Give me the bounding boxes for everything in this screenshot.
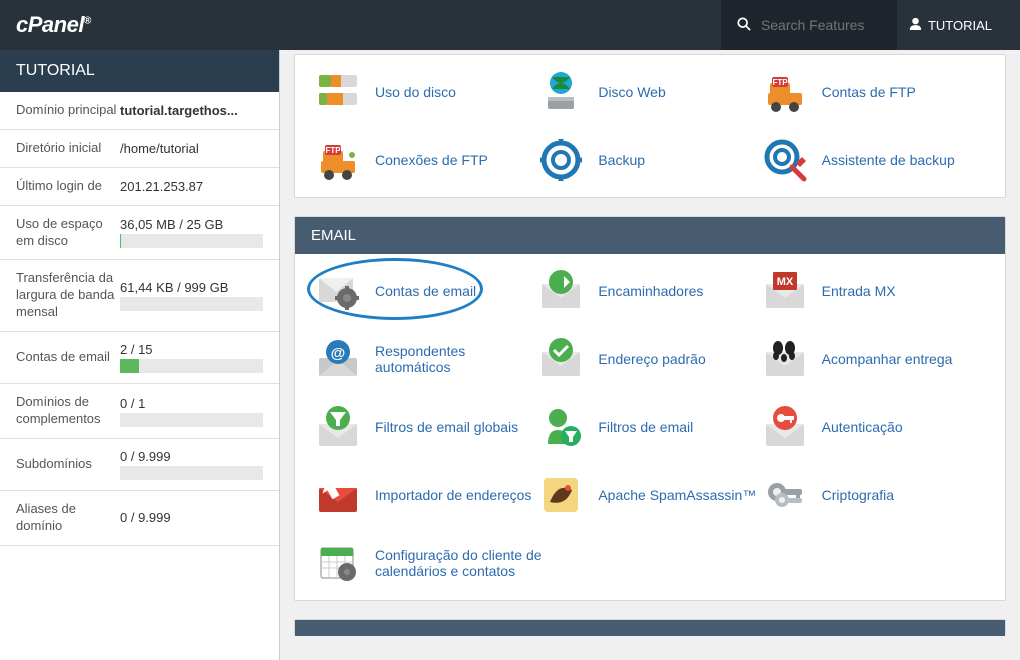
item-email-accounts[interactable]: Contas de email bbox=[315, 268, 538, 314]
mx-entry-icon: MX bbox=[762, 268, 808, 314]
stat-addon-bar bbox=[120, 413, 263, 427]
svg-text:FTP: FTP bbox=[772, 78, 788, 87]
svg-text:MX: MX bbox=[776, 276, 793, 288]
user-label: TUTORIAL bbox=[928, 18, 992, 33]
search-input[interactable] bbox=[761, 17, 881, 33]
item-email-filters[interactable]: Filtros de email bbox=[538, 404, 761, 450]
stat-bandwidth: Transferência da largura de banda mensal… bbox=[0, 260, 279, 332]
stat-primary-domain: Domínio principal tutorial.targethos... bbox=[0, 92, 279, 130]
email-accounts-icon bbox=[315, 268, 361, 314]
address-importer-icon bbox=[315, 472, 361, 518]
stat-addon-domains: Domínios de complementos 0 / 1 bbox=[0, 384, 279, 439]
user-icon bbox=[909, 17, 922, 33]
backup-icon bbox=[538, 137, 584, 183]
track-delivery-icon bbox=[762, 336, 808, 382]
disk-usage-icon bbox=[315, 69, 361, 115]
item-address-importer[interactable]: Importador de endereços bbox=[315, 472, 538, 518]
calendar-config-icon bbox=[315, 540, 361, 586]
search-box[interactable] bbox=[721, 0, 897, 50]
global-filters-icon bbox=[315, 404, 361, 450]
stat-subdomains: Subdomínios 0 / 9.999 bbox=[0, 439, 279, 491]
next-section-peek bbox=[294, 619, 1006, 635]
user-menu[interactable]: TUTORIAL bbox=[897, 0, 1004, 50]
item-backup[interactable]: Backup bbox=[538, 137, 761, 183]
svg-text:FTP: FTP bbox=[325, 146, 341, 155]
item-track-delivery[interactable]: Acompanhar entrega bbox=[762, 336, 985, 382]
email-section-header[interactable]: EMAIL bbox=[295, 217, 1005, 254]
search-icon bbox=[737, 17, 751, 34]
stat-email-accounts: Contas de email 2 / 15 bbox=[0, 332, 279, 384]
stat-subdomains-bar bbox=[120, 466, 263, 480]
item-spamassassin[interactable]: Apache SpamAssassin™ bbox=[538, 472, 761, 518]
files-section: Uso do disco Disco Web bbox=[294, 54, 1006, 198]
stat-home-dir: Diretório inicial /home/tutorial bbox=[0, 130, 279, 168]
cpanel-logo: cPanel® bbox=[16, 12, 91, 38]
item-autoresponders[interactable]: @ Respondentes automáticos bbox=[315, 336, 538, 382]
top-header: cPanel® TUTORIAL bbox=[0, 0, 1020, 50]
autoresponders-icon: @ bbox=[315, 336, 361, 382]
item-backup-wizard[interactable]: Assistente de backup bbox=[762, 137, 985, 183]
default-address-icon bbox=[538, 336, 584, 382]
stat-disk: Uso de espaço em disco 36,05 MB / 25 GB bbox=[0, 206, 279, 261]
item-calendar-config[interactable]: Configuração do cliente de calendários e… bbox=[315, 540, 585, 586]
stat-bandwidth-bar bbox=[120, 297, 263, 311]
item-forwarders[interactable]: Encaminhadores bbox=[538, 268, 761, 314]
item-encryption[interactable]: Criptografia bbox=[762, 472, 985, 518]
ftp-accounts-icon: FTP bbox=[762, 69, 808, 115]
stat-email-bar bbox=[120, 359, 263, 373]
email-section: EMAIL bbox=[294, 216, 1006, 601]
main-content: Uso do disco Disco Web bbox=[280, 50, 1020, 660]
encryption-icon bbox=[762, 472, 808, 518]
stat-disk-bar bbox=[120, 234, 263, 248]
authentication-icon bbox=[762, 404, 808, 450]
item-mx-entry[interactable]: MX Entrada MX bbox=[762, 268, 985, 314]
item-ftp-connections[interactable]: FTP Conexões de FTP bbox=[315, 137, 538, 183]
backup-wizard-icon bbox=[762, 137, 808, 183]
svg-text:@: @ bbox=[331, 345, 346, 362]
stat-aliases: Aliases de domínio 0 / 9.999 bbox=[0, 491, 279, 546]
web-disk-icon bbox=[538, 69, 584, 115]
item-ftp-accounts[interactable]: FTP Contas de FTP bbox=[762, 69, 985, 115]
item-disk-usage[interactable]: Uso do disco bbox=[315, 69, 538, 115]
item-web-disk[interactable]: Disco Web bbox=[538, 69, 761, 115]
item-authentication[interactable]: Autenticação bbox=[762, 404, 985, 450]
sidebar-title: TUTORIAL bbox=[0, 50, 279, 92]
spamassassin-icon bbox=[538, 472, 584, 518]
item-default-address[interactable]: Endereço padrão bbox=[538, 336, 761, 382]
stat-last-login: Último login de 201.21.253.87 bbox=[0, 168, 279, 206]
forwarders-icon bbox=[538, 268, 584, 314]
ftp-connections-icon: FTP bbox=[315, 137, 361, 183]
sidebar: TUTORIAL Domínio principal tutorial.targ… bbox=[0, 50, 280, 660]
item-global-filters[interactable]: Filtros de email globais bbox=[315, 404, 538, 450]
email-filters-icon bbox=[538, 404, 584, 450]
